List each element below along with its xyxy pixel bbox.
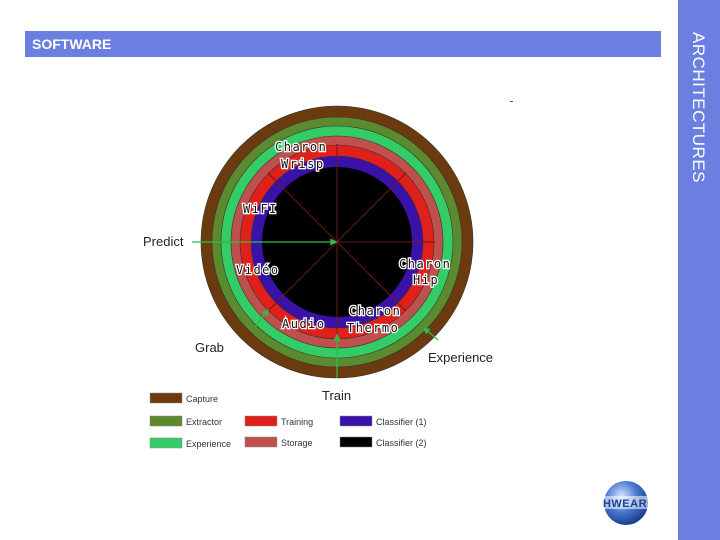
legend-swatch-storage: [244, 436, 278, 448]
logo-text: HWEAR: [603, 498, 647, 510]
legend-swatch-classifier-2: [339, 436, 373, 448]
hwear-logo: HWEAR: [592, 481, 658, 525]
module-hip-line1: Charon: [399, 257, 451, 271]
legend-label-training: Training: [281, 417, 313, 427]
legend-label-extractor: Extractor: [186, 417, 222, 427]
legend-swatch-experience: [149, 437, 183, 449]
module-video: Vidéo: [236, 263, 280, 277]
legend-label-capture: Capture: [186, 394, 218, 404]
stage-grab: Grab: [195, 340, 224, 355]
legend-swatch-extractor: [149, 415, 183, 427]
legend-swatch-capture: [149, 392, 183, 404]
legend-label-classifier-2: Classifier (2): [376, 438, 427, 448]
legend-label-experience: Experience: [186, 439, 231, 449]
stage-experience: Experience: [428, 350, 493, 365]
module-wrisp-line1: Charon: [275, 140, 327, 154]
stage-train: Train: [322, 388, 351, 403]
legend-swatch-classifier-1: [339, 415, 373, 427]
legend-label-classifier-1: Classifier (1): [376, 417, 427, 427]
module-thermo-line1: Charon: [349, 304, 401, 318]
legend: Capture Extractor Experience Training Storag…: [149, 392, 427, 449]
stage-predict: Predict: [143, 234, 184, 249]
module-wifi: WiFI: [243, 202, 278, 216]
module-audio: Audio: [282, 317, 326, 331]
legend-label-storage: Storage: [281, 438, 313, 448]
architecture-diagram: Predict Grab Train Experience Charon Wri…: [143, 105, 493, 449]
module-thermo-line2: Thermo: [347, 321, 399, 335]
module-hip-line2: Hip: [413, 273, 439, 287]
module-wrisp-line2: Wrisp: [281, 157, 325, 171]
legend-swatch-training: [244, 415, 278, 427]
